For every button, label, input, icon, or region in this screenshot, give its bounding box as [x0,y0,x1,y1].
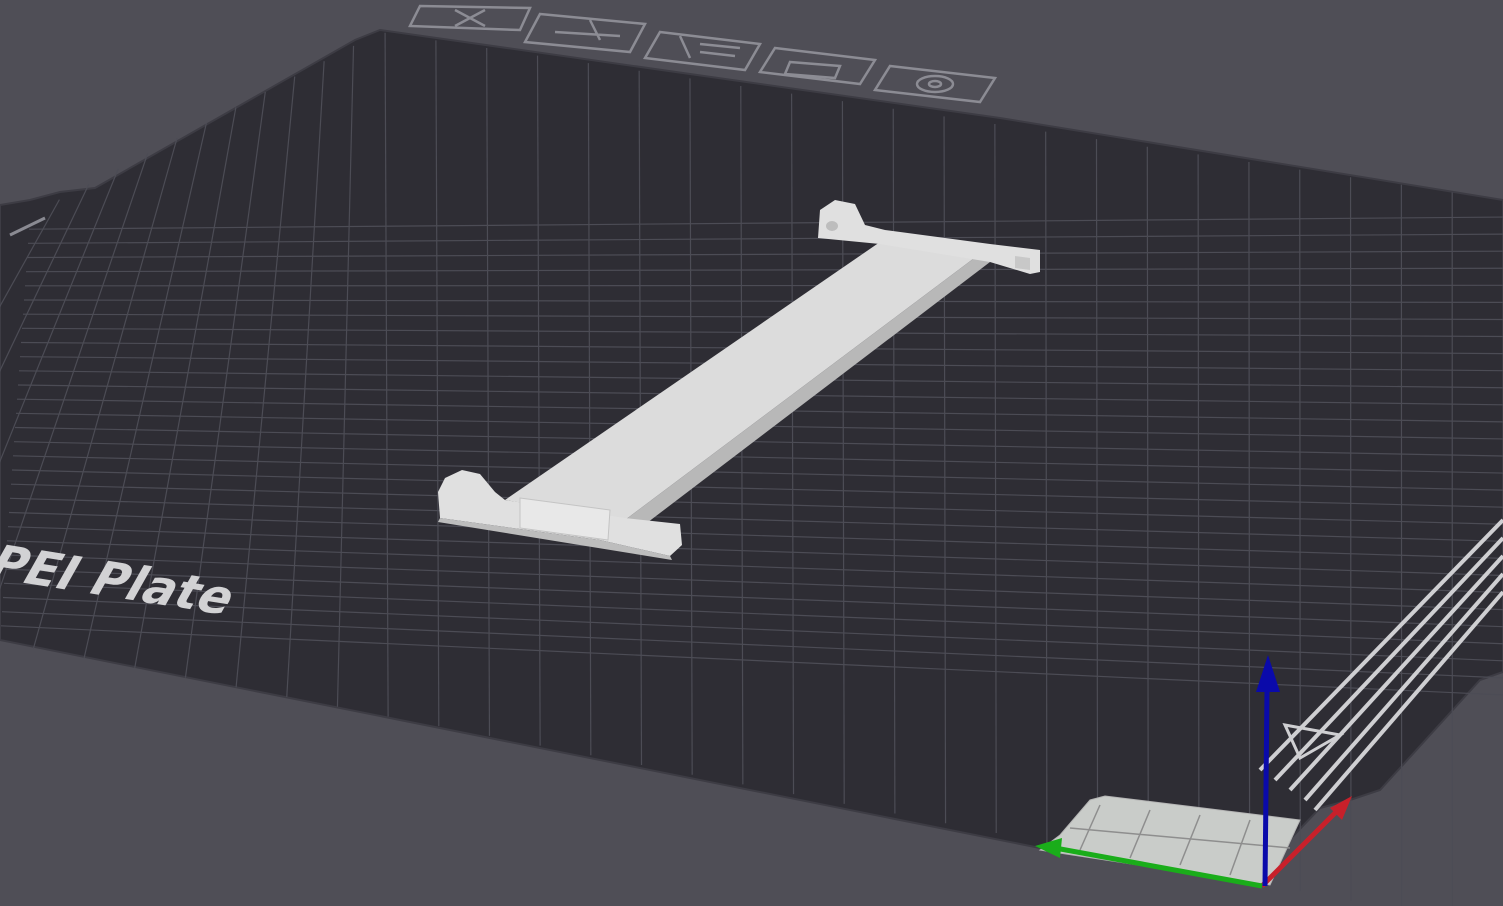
grid-line [24,284,1503,287]
grid-line [1197,154,1200,872]
3d-viewport[interactable]: red PEI Plate [0,0,1503,906]
z-axis [1262,689,1270,887]
bed-surface [0,28,1503,862]
filament-icon[interactable] [642,30,763,72]
plate-icon[interactable] [757,46,878,86]
grid-line [1299,169,1301,892]
settings-icon[interactable] [872,64,998,104]
build-plate[interactable]: red PEI Plate [0,28,1503,906]
print-settings-icon[interactable] [523,12,647,54]
close-icon[interactable] [408,4,532,32]
grid-line [1248,161,1251,882]
